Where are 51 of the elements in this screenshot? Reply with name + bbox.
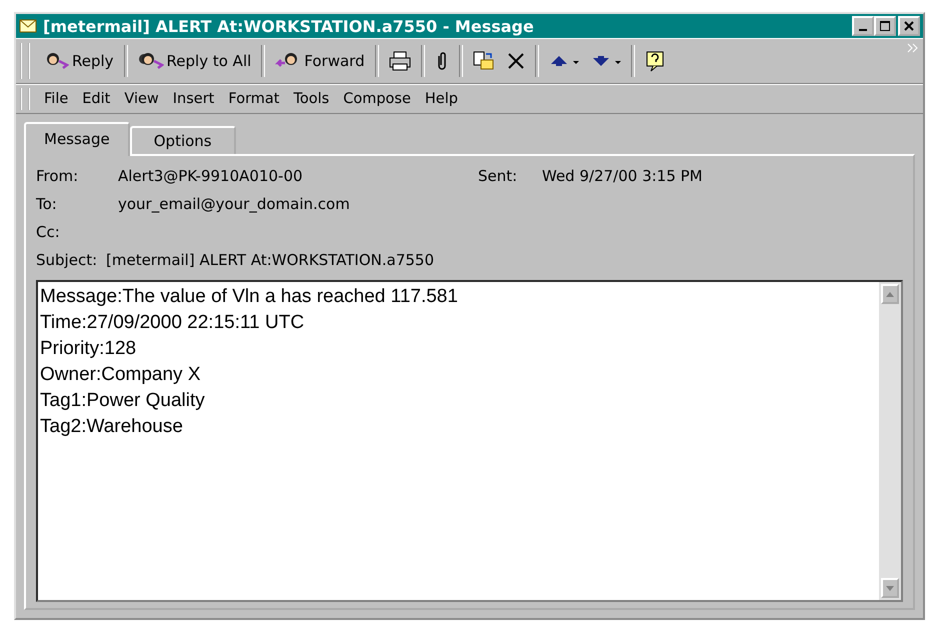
toolbar-button[interactable]: Forward xyxy=(270,49,370,73)
tab[interactable]: Message xyxy=(24,122,130,156)
message-line: Time:27/09/2000 22:15:11 UTC xyxy=(40,311,306,335)
window-title: [metermail] ALERT At:WORKSTATION.a7550 - Message xyxy=(43,16,535,36)
minimize-icon xyxy=(859,29,867,31)
tab[interactable]: Options xyxy=(130,126,236,154)
message-line: Tag1:Power Quality xyxy=(40,389,206,413)
down-arrow-icon xyxy=(886,586,894,590)
message-line: Tag2:Warehouse xyxy=(40,415,184,439)
field-label: From: xyxy=(36,167,80,185)
up-arrow-icon xyxy=(886,292,894,296)
envelope-icon xyxy=(19,19,37,33)
field-value: [metermail] ALERT At:WORKSTATION.a7550 xyxy=(106,251,434,269)
field-label: To: xyxy=(36,195,58,213)
message-line: Owner:Company X xyxy=(40,363,202,387)
field-label: Cc: xyxy=(36,223,61,241)
toolbar-button[interactable]: Reply xyxy=(38,49,119,73)
message-line: Priority:128 xyxy=(40,337,138,361)
field-label: Sent: xyxy=(478,167,518,185)
scroll-up-button[interactable] xyxy=(881,284,899,304)
menu-item[interactable]: Format xyxy=(222,89,286,109)
menu-item[interactable]: File xyxy=(38,89,74,109)
field-value: Alert3@PK-9910A010-00 xyxy=(118,167,304,185)
down-arrow-icon xyxy=(590,53,621,69)
menu-item[interactable]: Tools xyxy=(287,89,336,109)
delete-icon xyxy=(506,52,525,70)
up-arrow-icon xyxy=(548,53,579,69)
maximize-icon xyxy=(880,21,890,31)
toolbar-grip xyxy=(20,43,30,79)
scrollbar[interactable] xyxy=(879,282,901,600)
field-value: Wed 9/27/00 3:15 PM xyxy=(542,167,703,185)
scroll-down-button[interactable] xyxy=(881,578,899,598)
menu-item[interactable]: Edit xyxy=(76,89,116,109)
menu-item[interactable]: View xyxy=(118,89,165,109)
close-button[interactable] xyxy=(898,16,920,36)
close-icon xyxy=(904,21,914,31)
folder-icon xyxy=(472,51,495,71)
maximize-button[interactable] xyxy=(874,16,896,36)
toolbar-button[interactable]: Reply to All xyxy=(132,49,256,73)
message-line: Message:The value of Vln a has reached 117.581 xyxy=(40,285,459,309)
chevron-icon xyxy=(907,43,919,53)
minimize-button[interactable] xyxy=(852,16,874,36)
field-value: your_email@your_domain.com xyxy=(118,195,350,213)
message-body[interactable]: Message:The value of Vln a has reached 117.581 Time:27/09/2000 22:15:11 UTC Priority:128 Owner:Company X Tag1:Power Quality Tag2:Warehouse xyxy=(36,280,903,602)
menu-item[interactable]: Compose xyxy=(337,89,417,109)
field-label: Subject: xyxy=(36,251,98,269)
menu-grip xyxy=(20,88,30,110)
menu-item[interactable]: Help xyxy=(418,89,464,109)
people-icon xyxy=(138,51,164,71)
menu-item[interactable]: Insert xyxy=(166,89,220,109)
printer-icon xyxy=(388,51,411,71)
